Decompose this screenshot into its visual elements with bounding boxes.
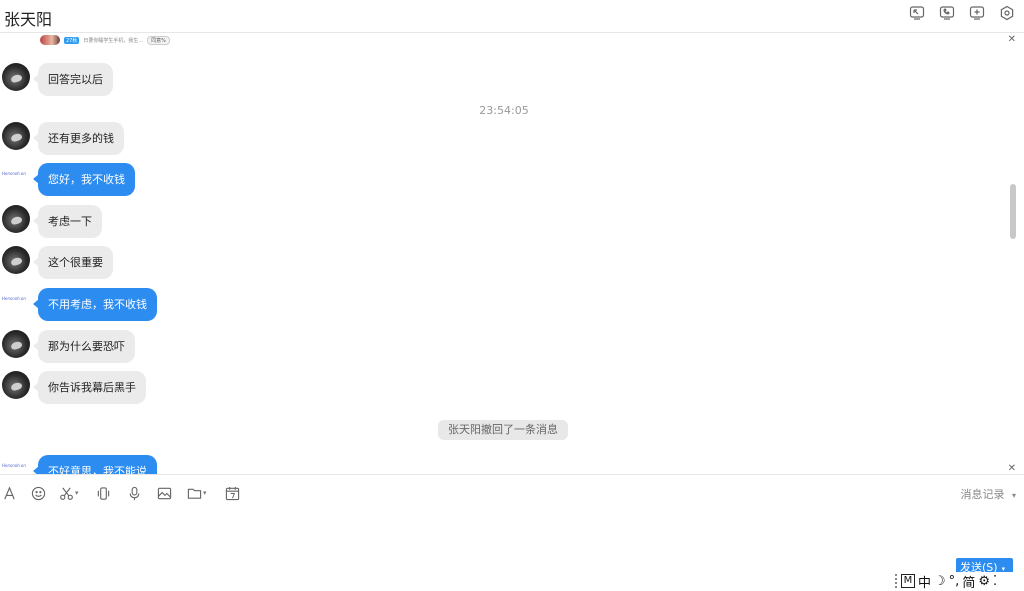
settings-icon[interactable] <box>998 4 1016 22</box>
ime-simplified-toggle[interactable]: 简 <box>962 572 975 591</box>
self-avatar[interactable]: Hensnoh.on <box>2 296 30 306</box>
image-icon[interactable] <box>157 484 172 502</box>
ime-gear-icon[interactable]: ⚙ <box>978 574 990 589</box>
ime-moon-icon[interactable]: ☽ <box>934 574 946 589</box>
message-bubble[interactable]: 这个很重要 <box>33 246 113 279</box>
avatar[interactable] <box>2 330 30 358</box>
preview-tag: 27秋 <box>64 36 80 44</box>
ime-punct-toggle[interactable]: °, <box>949 574 960 589</box>
message-bubble[interactable]: 考虑一下 <box>33 205 102 238</box>
mic-icon[interactable] <box>127 484 142 502</box>
preview-text: 日要你睡学生手机，我生... <box>83 37 144 44</box>
message-bubble[interactable]: 您好，我不收钱 <box>33 163 135 196</box>
scissors-caret[interactable]: ▾ <box>75 489 79 497</box>
chevron-down-icon: ▾ <box>1011 491 1016 500</box>
message-bubble[interactable]: 不好意思，我不能说 <box>33 455 157 474</box>
ime-drag-handle[interactable] <box>895 574 898 588</box>
avatar[interactable] <box>2 246 30 274</box>
message-input[interactable] <box>0 505 1024 557</box>
header-actions <box>908 4 1016 22</box>
scrollbar[interactable] <box>1010 184 1016 239</box>
message-history-link[interactable]: 消息记录 ▾ <box>960 486 1016 502</box>
message-bubble[interactable]: 还有更多的钱 <box>33 122 124 155</box>
message-bubble[interactable]: 回答完以后 <box>33 63 113 96</box>
preview-button[interactable]: 同意% <box>147 35 170 45</box>
scissors-icon[interactable]: ▾ <box>59 484 79 502</box>
message-bubble[interactable]: 那为什么要恐吓 <box>33 330 135 363</box>
ime-mode-icon[interactable]: M <box>901 574 915 588</box>
collapse-up-icon[interactable]: ✕ <box>1008 34 1016 45</box>
avatar[interactable] <box>2 122 30 150</box>
folder-caret[interactable]: ▾ <box>203 489 207 497</box>
phone-icon[interactable] <box>938 4 956 22</box>
message-history-label: 消息记录 <box>960 488 1005 501</box>
calendar-icon[interactable] <box>225 484 240 502</box>
emoji-icon[interactable] <box>31 484 46 502</box>
title-bar: 张天阳 <box>0 0 1024 33</box>
message-bubble[interactable]: 不用考虑，我不收钱 <box>33 288 157 321</box>
collapse-down-icon[interactable]: ✕ <box>1008 463 1016 474</box>
message-list[interactable]: 回答完以后 23:54:05 还有更多的钱 Hensnoh.on 您好，我不收钱… <box>0 46 1000 474</box>
ime-toolbar: M 中 ☽ °, 简 ⚙ ⁚ <box>893 572 1024 591</box>
avatar[interactable] <box>2 371 30 399</box>
ime-lang-toggle[interactable]: 中 <box>918 572 931 591</box>
avatar[interactable] <box>2 63 30 91</box>
divider <box>0 474 1024 475</box>
avatar[interactable] <box>2 205 30 233</box>
preview-thumbnail <box>40 35 60 45</box>
history-preview[interactable]: 27秋 日要你睡学生手机，我生... 同意% <box>40 34 170 46</box>
input-toolbar: ▾ ▾ 消息记录 ▾ <box>0 484 1024 504</box>
message-bubble[interactable]: 你告诉我幕后黑手 <box>33 371 146 404</box>
add-icon[interactable] <box>968 4 986 22</box>
chat-title: 张天阳 <box>4 10 53 29</box>
recall-notice: 张天阳撤回了一条消息 <box>438 420 568 440</box>
self-avatar[interactable]: Hensnoh.on <box>2 171 30 181</box>
share-screen-icon[interactable] <box>908 4 926 22</box>
ime-more-icon[interactable]: ⁚ <box>993 574 997 589</box>
font-icon[interactable] <box>2 484 17 502</box>
message-timestamp: 23:54:05 <box>479 104 529 117</box>
shake-icon[interactable] <box>96 484 111 502</box>
folder-icon[interactable]: ▾ <box>187 484 207 502</box>
self-avatar[interactable]: Hensnoh.on <box>2 463 30 473</box>
